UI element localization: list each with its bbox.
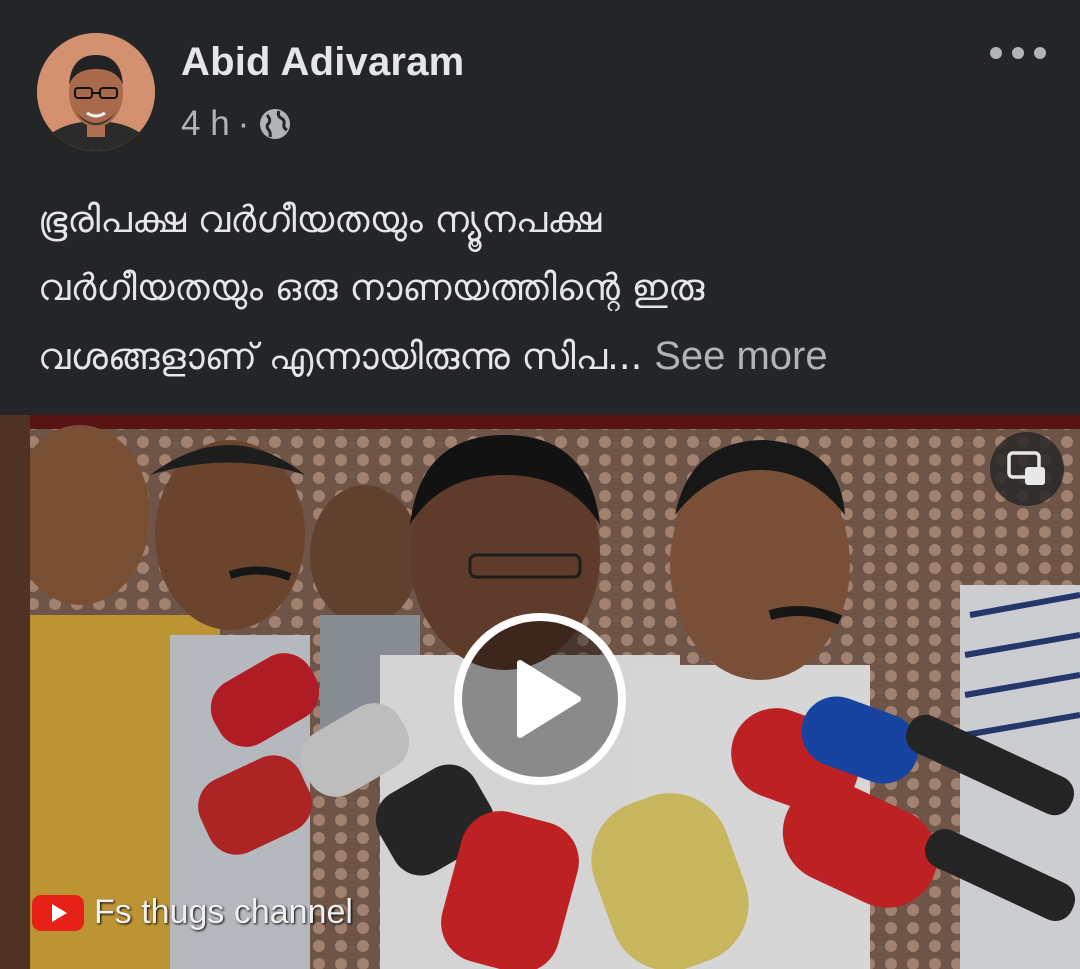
play-icon[interactable]: [452, 611, 628, 787]
caption-line: വശങ്ങളാണ് എന്നായിരുന്നു സിപ... See more: [38, 322, 1050, 391]
author-avatar[interactable]: [37, 33, 155, 151]
author-name[interactable]: Abid Adivaram: [181, 40, 464, 85]
facebook-post: Abid Adivaram 4 h · ഭൂരിപക്ഷ വർഗീയതയും ന…: [0, 0, 1080, 969]
see-more-link[interactable]: See more: [654, 334, 827, 378]
post-meta: 4 h ·: [181, 102, 293, 146]
caption-line-text: വശങ്ങളാണ് എന്നായിരുന്നു സിപ...: [38, 335, 643, 378]
more-dot: [1012, 47, 1024, 59]
post-caption: ഭൂരിപക്ഷ വർഗീയതയും ന്യൂനപക്ഷ വർഗീയതയും ഒ…: [38, 186, 1050, 391]
caption-line: ഭൂരിപക്ഷ വർഗീയതയും ന്യൂനപക്ഷ: [38, 198, 602, 241]
caption-line: വർഗീയതയും ഒരു നാണയത്തിന്റെ ഇരു: [38, 266, 705, 309]
youtube-icon: [32, 894, 84, 931]
post-time[interactable]: 4 h: [181, 104, 230, 144]
watermark-text: Fs thugs channel: [94, 893, 353, 931]
globe-icon[interactable]: [257, 106, 293, 142]
more-dot: [990, 47, 1002, 59]
post-header: Abid Adivaram 4 h ·: [0, 0, 1080, 170]
picture-in-picture-icon[interactable]: [990, 432, 1064, 506]
video-player[interactable]: Fs thugs channel: [0, 415, 1080, 969]
meta-separator: ·: [237, 104, 250, 143]
more-dot: [1034, 47, 1046, 59]
channel-watermark: Fs thugs channel: [32, 893, 353, 932]
more-options-icon[interactable]: [990, 38, 1046, 68]
